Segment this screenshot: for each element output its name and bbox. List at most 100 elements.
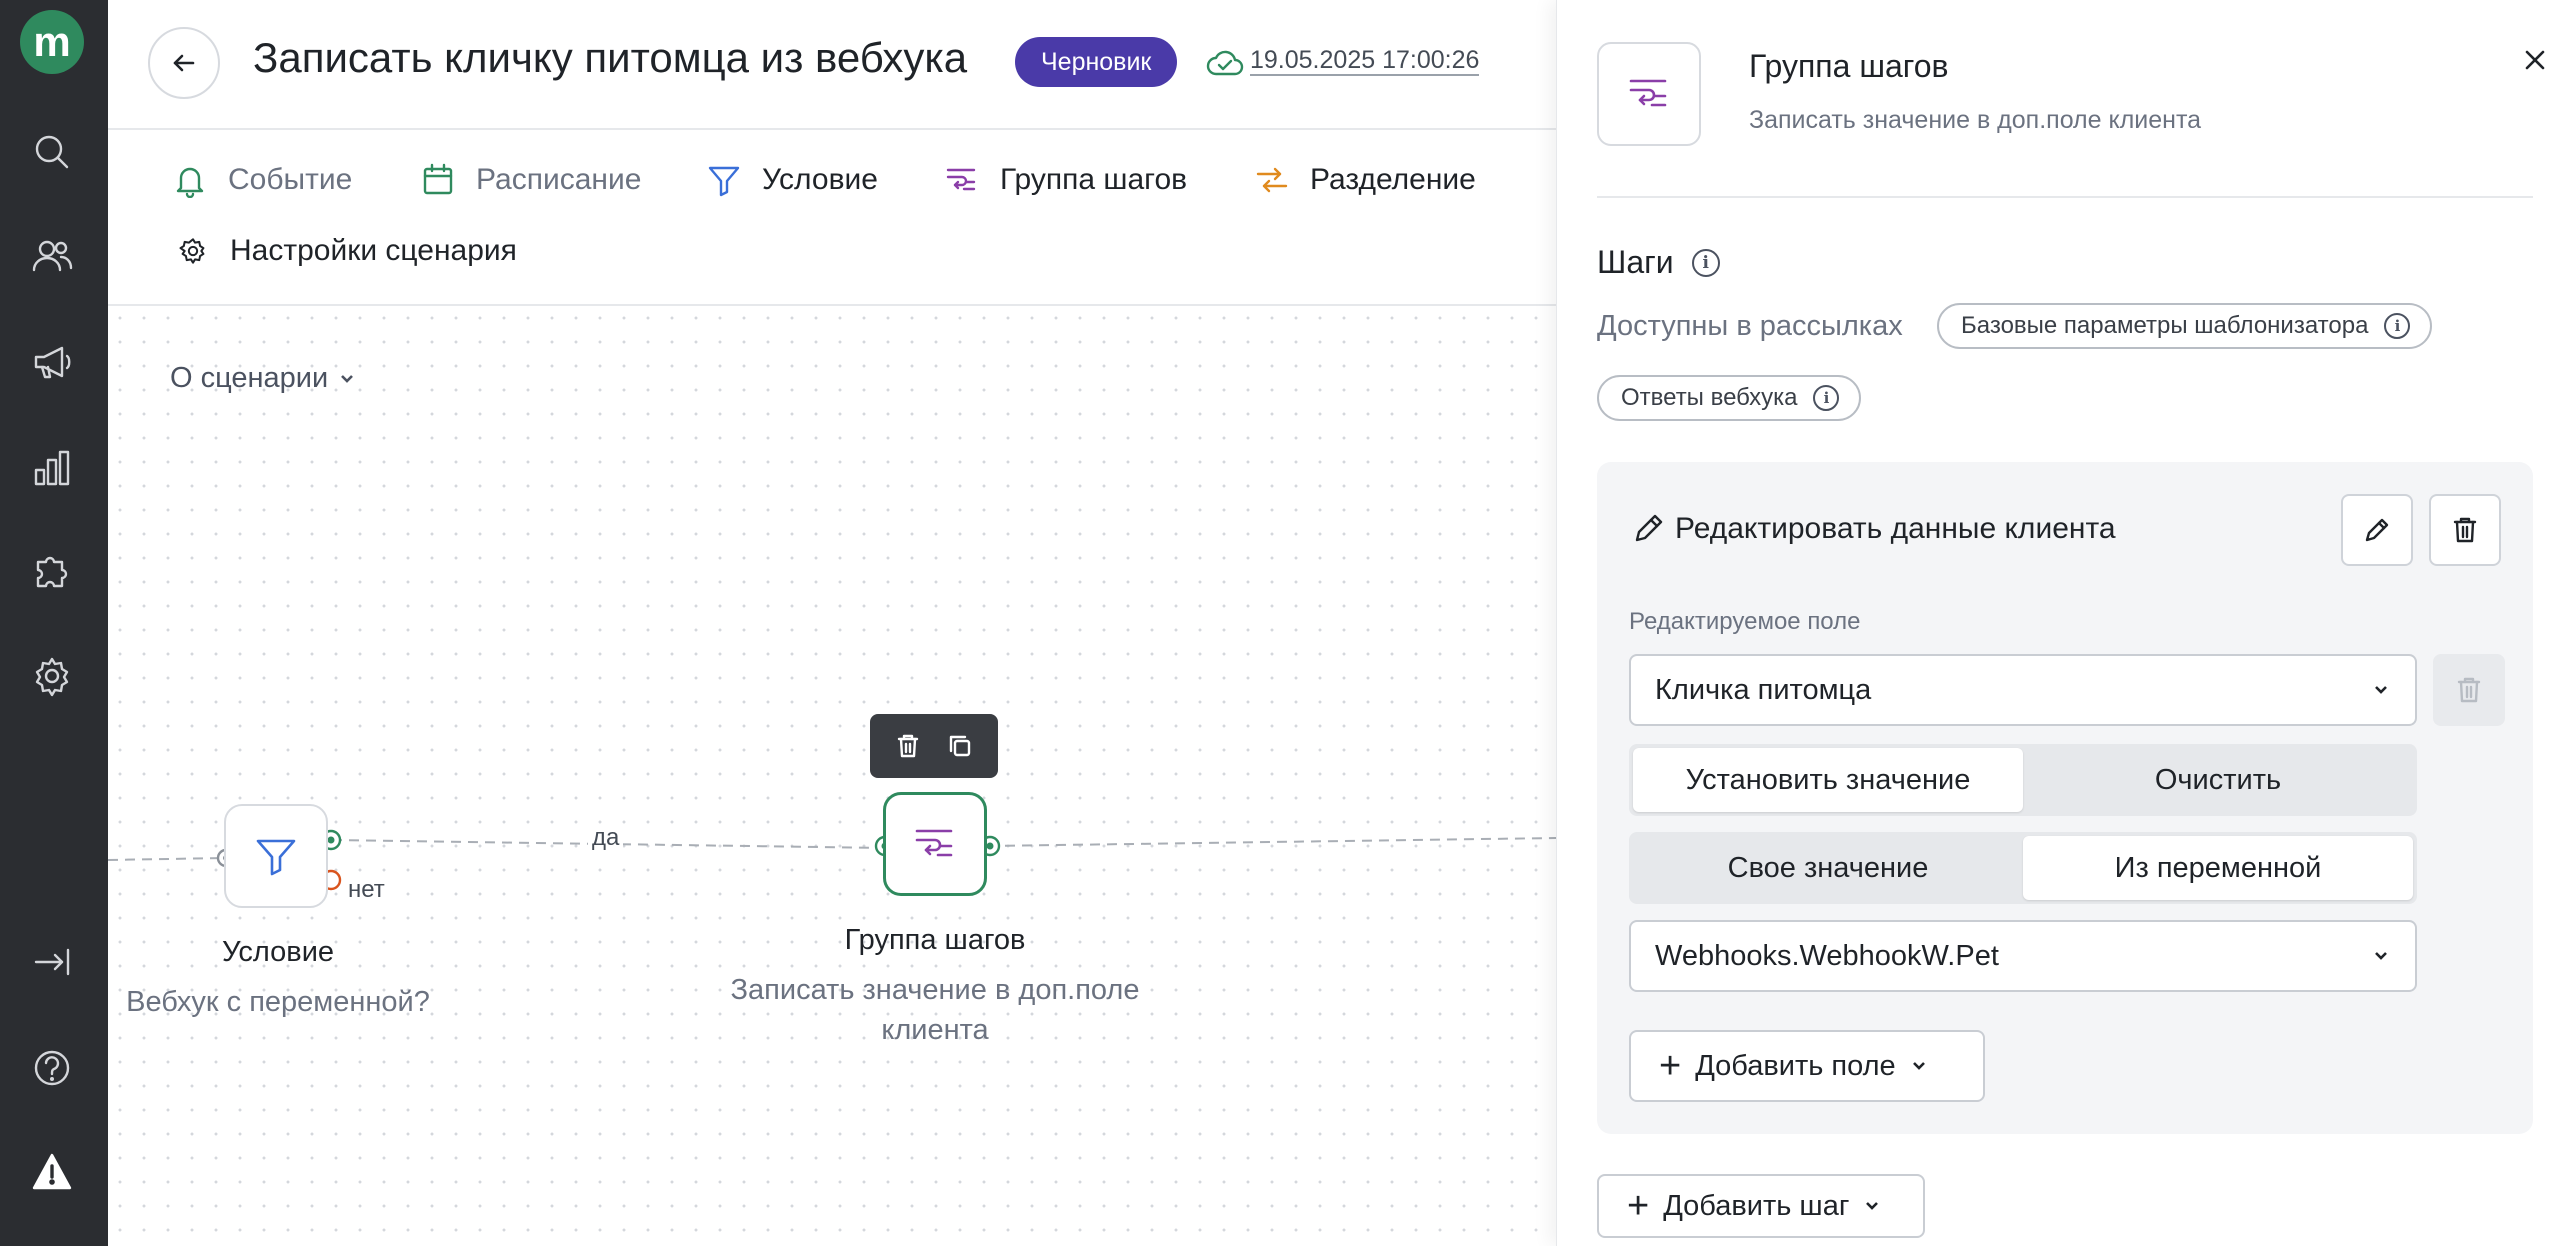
add-step-button[interactable]: + Добавить шаг xyxy=(1597,1174,1925,1238)
panel-title: Группа шагов xyxy=(1749,48,1949,84)
step-group-node-title: Группа шагов xyxy=(844,924,1026,956)
chevron-down-icon xyxy=(2375,952,2387,960)
filter-icon xyxy=(708,166,740,197)
pencil-icon xyxy=(2365,518,2389,542)
source-segmented-control: Свое значение Из переменной xyxy=(1629,832,2417,904)
edge-label-no: нет xyxy=(344,876,389,904)
analytics-icon[interactable] xyxy=(24,440,80,496)
source-from-variable[interactable]: Из переменной xyxy=(2023,836,2413,900)
add-field-button[interactable]: + Добавить поле xyxy=(1629,1030,1985,1102)
warning-icon[interactable] xyxy=(24,1144,80,1200)
trash-icon xyxy=(2453,517,2477,543)
step-group-node-subtitle: Записать значение в доп.поле клиента xyxy=(730,974,1140,1046)
variable-value: Webhooks.WebhookW.Pet xyxy=(1655,939,1999,972)
close-icon xyxy=(2525,50,2545,70)
puzzle-icon[interactable] xyxy=(24,544,80,600)
panel-divider xyxy=(1597,196,2533,198)
chip-webhook-responses[interactable]: Ответы вебхука i xyxy=(1597,375,1862,421)
step-group-panel: Группа шагов Записать значение в доп.пол… xyxy=(1556,0,2572,1246)
step-group-node[interactable] xyxy=(883,792,987,896)
page-title: Записать кличку питомца из вебхука xyxy=(253,34,968,81)
tool-settings-label: Настройки сценария xyxy=(230,234,517,267)
steps-heading: Шаги i xyxy=(1597,244,1720,281)
chip-template-params-label: Базовые параметры шаблонизатора xyxy=(1961,312,2369,339)
chip-template-params[interactable]: Базовые параметры шаблонизатора i xyxy=(1937,303,2433,349)
chevron-down-icon xyxy=(1912,1062,1925,1070)
trash-icon[interactable] xyxy=(890,728,926,764)
logo-letter: m xyxy=(33,18,71,65)
info-icon[interactable]: i xyxy=(1691,248,1720,277)
tool-event[interactable]: Событие xyxy=(172,162,352,198)
available-label: Доступны в рассылках xyxy=(1597,310,1903,342)
gear-icon xyxy=(179,238,205,264)
back-button[interactable] xyxy=(148,27,220,99)
node-toolbar: Событие Расписание Условие Группа шагов … xyxy=(108,130,1556,306)
filter-icon xyxy=(256,839,296,876)
tool-schedule[interactable]: Расписание xyxy=(420,162,641,198)
collapse-icon[interactable] xyxy=(24,934,80,990)
close-button[interactable] xyxy=(2517,42,2553,78)
left-rail: m xyxy=(0,0,108,1246)
info-icon[interactable]: i xyxy=(2384,313,2411,339)
edited-field-value: Кличка питомца xyxy=(1655,673,1872,706)
pencil-icon xyxy=(1635,514,1663,542)
step-card-title-label: Редактировать данные клиента xyxy=(1675,512,2116,545)
chip-webhook-responses-label: Ответы вебхука xyxy=(1621,384,1798,411)
settings-icon[interactable] xyxy=(24,648,80,704)
tool-step-group-label: Группа шагов xyxy=(1000,163,1188,196)
search-icon[interactable] xyxy=(24,124,80,180)
copy-icon[interactable] xyxy=(942,728,978,764)
source-own-value[interactable]: Свое значение xyxy=(1633,836,2023,900)
mode-set-value[interactable]: Установить значение xyxy=(1633,748,2023,812)
edited-field-select[interactable]: Кличка питомца xyxy=(1629,654,2417,726)
delete-step-button[interactable] xyxy=(2429,494,2501,566)
step-group-icon xyxy=(915,829,953,857)
add-field-label: Добавить поле xyxy=(1695,1049,1896,1082)
condition-node-title: Условие xyxy=(221,936,335,968)
users-icon[interactable] xyxy=(24,228,80,284)
edges-layer xyxy=(108,829,1556,891)
cloud-check-icon xyxy=(1205,44,1245,80)
tool-condition[interactable]: Условие xyxy=(706,162,878,198)
step-group-icon xyxy=(946,168,976,191)
header: Записать кличку питомца из вебхука Черно… xyxy=(108,0,1556,130)
add-step-label: Добавить шаг xyxy=(1663,1189,1850,1222)
app-logo[interactable]: m xyxy=(20,10,84,74)
mode-segmented-control: Установить значение Очистить xyxy=(1629,744,2417,816)
megaphone-icon[interactable] xyxy=(24,334,80,390)
bell-icon xyxy=(176,167,204,198)
tool-event-label: Событие xyxy=(228,163,353,196)
delete-field-button xyxy=(2433,654,2505,726)
node-actions-popup xyxy=(870,714,998,778)
plus-icon: + xyxy=(1659,1045,1682,1087)
trash-icon xyxy=(2457,677,2481,703)
panel-step-group-icon xyxy=(1597,42,1701,146)
panel-subtitle: Записать значение в доп.поле клиента xyxy=(1749,106,2202,134)
tool-schedule-label: Расписание xyxy=(476,163,642,196)
edge-label-yes: да xyxy=(588,824,624,852)
mode-clear[interactable]: Очистить xyxy=(2023,748,2413,812)
split-icon xyxy=(1256,167,1288,193)
tool-condition-label: Условие xyxy=(762,163,878,196)
condition-node-subtitle: Вебхук с переменной? xyxy=(126,986,430,1018)
edited-field-label: Редактируемое поле xyxy=(1629,608,1861,635)
status-badge: Черновик xyxy=(1015,37,1178,87)
tool-split[interactable]: Разделение xyxy=(1254,162,1476,198)
calendar-icon xyxy=(423,163,453,195)
arrow-left-icon xyxy=(173,54,195,72)
help-icon[interactable] xyxy=(24,1040,80,1096)
plus-icon: + xyxy=(1627,1185,1650,1227)
condition-node[interactable] xyxy=(224,804,328,908)
chevron-down-icon xyxy=(2375,686,2387,694)
chevron-down-icon xyxy=(1866,1202,1879,1210)
edit-step-button[interactable] xyxy=(2341,494,2413,566)
step-card-edit-client: Редактировать данные клиента Редактируем… xyxy=(1597,462,2533,1134)
tool-settings[interactable]: Настройки сценария xyxy=(178,234,517,268)
scenario-canvas[interactable]: О сценарии да нет Условие Вебхук с перем… xyxy=(108,306,1556,1246)
tool-split-label: Разделение xyxy=(1310,163,1476,196)
info-icon[interactable]: i xyxy=(1813,385,1840,411)
steps-heading-label: Шаги xyxy=(1597,244,1674,280)
tool-step-group[interactable]: Группа шагов xyxy=(944,162,1187,198)
variable-select[interactable]: Webhooks.WebhookW.Pet xyxy=(1629,920,2417,992)
saved-timestamp[interactable]: 19.05.2025 17:00:26 xyxy=(1250,46,1480,76)
